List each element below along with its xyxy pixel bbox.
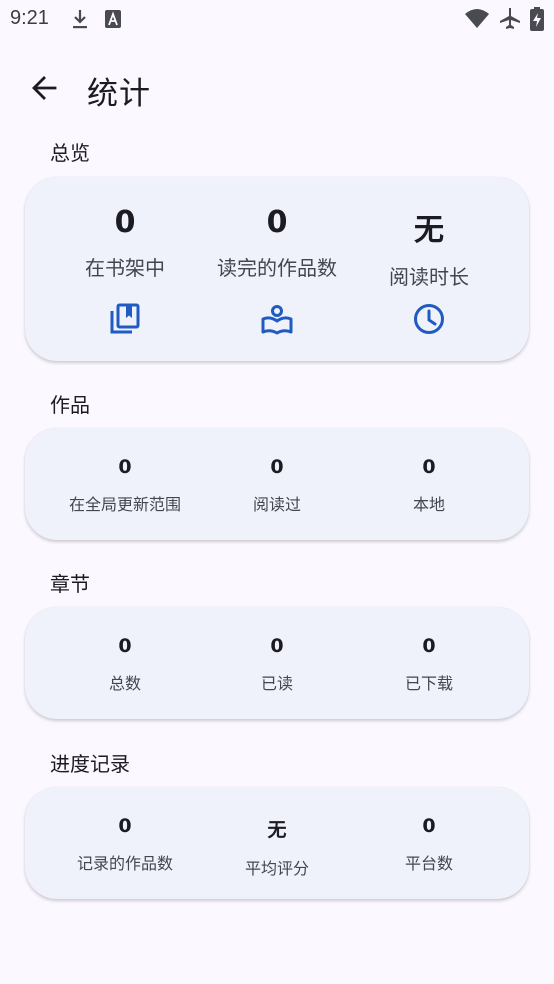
library-books-icon[interactable] [105,299,145,339]
status-time: 9:21 [10,7,49,29]
back-button[interactable] [22,66,66,110]
wifi-icon [464,7,490,33]
top-app-bar: 统计 [0,56,554,120]
stat-read-duration: 无 阅读时长 [345,205,513,290]
stat-downloaded-chapters: 0 已下载 [345,635,513,694]
stat-value: 无 [267,819,287,841]
stat-label: 平台数 [404,854,453,873]
airplane-mode-icon [498,6,522,34]
stat-average-score: 无 平均评分 [193,815,361,879]
stat-global-update: 0 在全局更新范围 [41,456,209,515]
reading-book-icon[interactable] [257,299,297,339]
stat-label: 总数 [108,674,141,693]
stat-label: 阅读时长 [389,265,469,289]
stat-value: 0 [270,456,284,478]
stat-tracked-works: 0 记录的作品数 [41,815,209,874]
stat-value: 0 [118,635,132,657]
chapters-card: 0 总数 0 已读 0 已下载 [25,607,529,719]
stat-value: 无 [414,213,444,248]
stat-value: 0 [118,815,132,837]
stat-value: 0 [422,456,436,478]
stat-label: 阅读过 [252,495,301,514]
tracking-card: 0 记录的作品数 无 平均评分 0 平台数 [25,787,529,899]
stat-label: 在全局更新范围 [68,495,181,514]
stat-value: 0 [118,456,132,478]
overview-card: 0 在书架中 0 读完的作品数 无 阅读时长 [25,177,529,361]
stat-local-works: 0 本地 [345,456,513,515]
section-label-works: 作品 [50,393,90,417]
stat-label: 已读 [260,674,293,693]
stat-label: 读完的作品数 [217,256,337,280]
arrow-back-icon [32,76,57,100]
stat-label: 本地 [412,495,445,514]
clock-icon[interactable] [409,299,449,339]
stat-completed-works: 0 读完的作品数 [193,205,361,281]
section-label-tracking: 进度记录 [50,752,130,776]
stat-total-chapters: 0 总数 [41,635,209,694]
stat-label: 记录的作品数 [76,854,173,873]
stat-label: 平均评分 [244,859,309,878]
stat-read-chapters: 0 已读 [193,635,361,694]
section-label-overview: 总览 [50,141,90,165]
stat-read-works: 0 阅读过 [193,456,361,515]
app-a-icon [103,8,123,34]
stat-value: 0 [422,815,436,837]
page-title: 统计 [87,76,151,112]
stat-in-library: 0 在书架中 [41,205,209,281]
stat-label: 已下载 [404,674,453,693]
stat-trackers: 0 平台数 [345,815,513,874]
status-bar: 9:21 [0,0,554,40]
stat-value: 0 [270,635,284,657]
stat-label: 在书架中 [85,256,165,280]
stat-value: 0 [422,635,436,657]
battery-charging-icon [530,7,544,35]
works-card: 0 在全局更新范围 0 阅读过 0 本地 [25,428,529,540]
stat-value: 0 [114,205,136,240]
download-icon [70,8,90,34]
section-label-chapters: 章节 [50,572,90,596]
stat-value: 0 [266,205,288,240]
